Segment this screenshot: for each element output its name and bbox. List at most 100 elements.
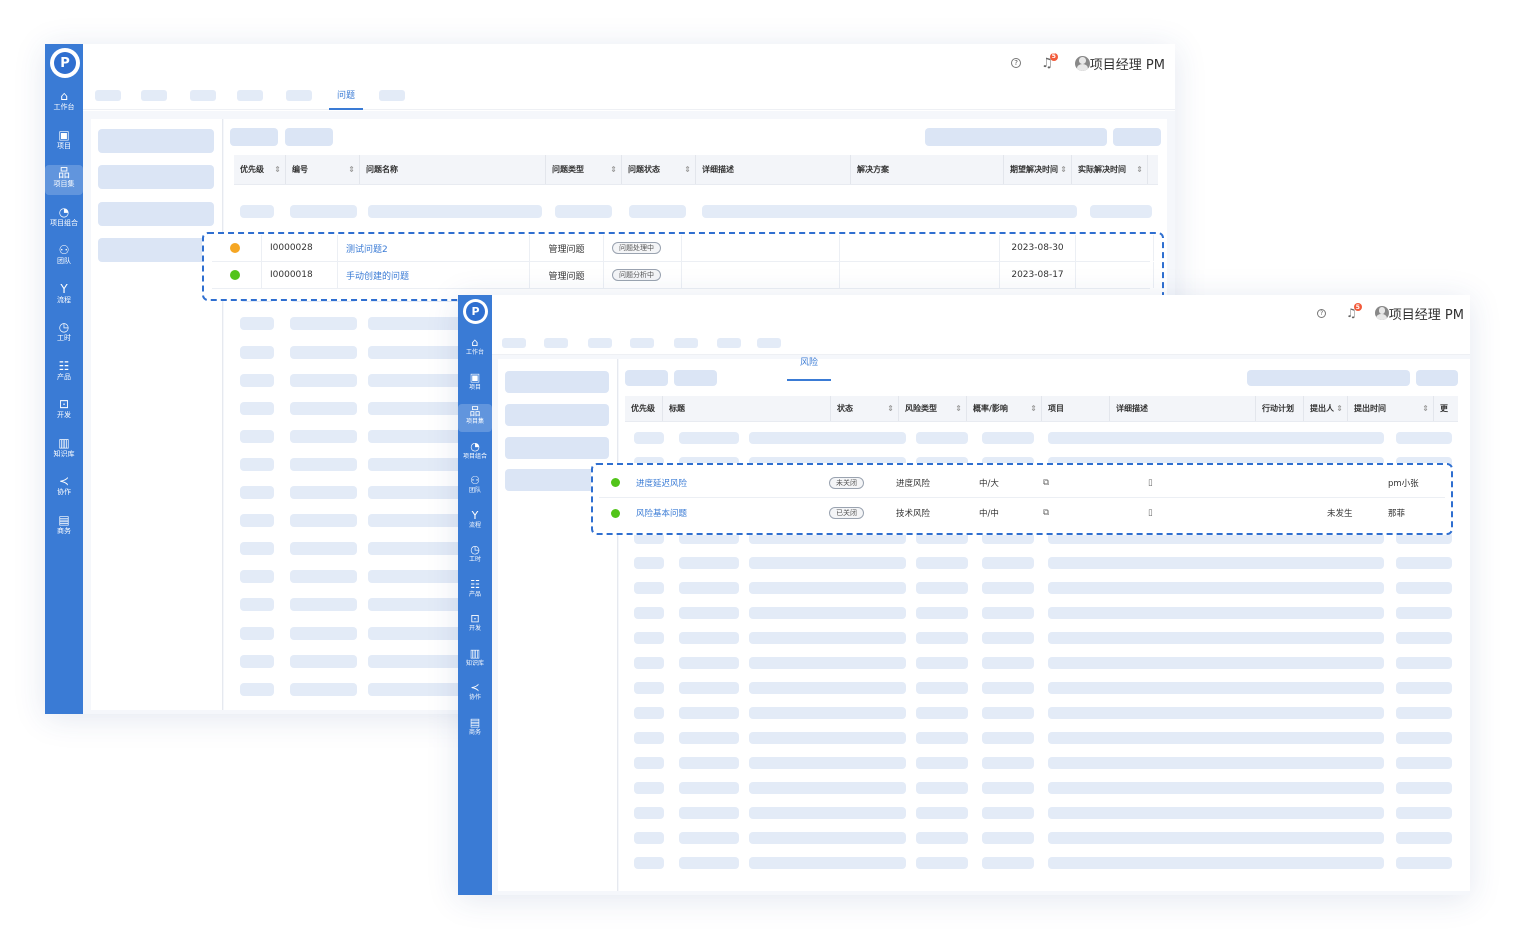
help-icon[interactable]: ? — [1011, 58, 1022, 68]
tab-placeholder[interactable] — [717, 338, 741, 348]
sort-icon[interactable]: ⇕ — [955, 404, 962, 413]
column-header[interactable]: 提出人 ⇕ — [1304, 396, 1348, 421]
document-icon[interactable]: ▯ — [1148, 478, 1153, 488]
column-header: 问题名称 — [360, 155, 546, 184]
column-header[interactable]: 实际解决时间 ⇕ — [1072, 155, 1148, 184]
sidebar-item-5[interactable]: Y 流程 — [458, 508, 492, 536]
tab-placeholder[interactable] — [502, 338, 526, 348]
sidebar-item-9[interactable]: ▥ 知识库 — [458, 646, 492, 674]
filter-placeholder[interactable] — [505, 371, 609, 393]
tab-risks[interactable]: 风险 — [787, 355, 831, 381]
table-row[interactable]: 进度延迟风险 未关闭 进度风险 中/大 ⧉ ▯ pm小张 — [599, 468, 1445, 498]
tab-placeholder[interactable] — [379, 90, 405, 101]
app-logo[interactable]: P — [50, 48, 80, 78]
sidebar-item-8[interactable]: ⊡ 开发 — [458, 611, 492, 639]
tab-placeholder[interactable] — [95, 90, 121, 101]
sidebar-item-1[interactable]: ▣ 项目 — [458, 370, 492, 398]
tab-placeholder[interactable] — [674, 338, 698, 348]
sidebar-item-9[interactable]: ▥ 知识库 — [45, 435, 83, 465]
filter-placeholder[interactable] — [98, 202, 214, 226]
sort-icon[interactable]: ⇕ — [684, 165, 691, 174]
sidebar-item-0[interactable]: ⌂ 工作台 — [45, 88, 83, 118]
sidebar-item-6[interactable]: ◷ 工时 — [45, 319, 83, 349]
sidebar-item-11[interactable]: ▤ 商务 — [458, 715, 492, 743]
row-placeholder — [1396, 782, 1452, 794]
notification-bell-icon[interactable]: ♫ 5 — [1346, 303, 1362, 320]
sort-icon[interactable]: ⇕ — [1336, 404, 1343, 413]
column-header[interactable]: 风险类型 ⇕ — [899, 396, 967, 421]
toolbar-placeholder[interactable] — [674, 370, 717, 386]
toolbar-placeholder[interactable] — [625, 370, 668, 386]
help-icon[interactable]: ? — [1317, 308, 1327, 318]
copy-icon[interactable]: ⧉ — [1043, 508, 1049, 518]
sidebar-item-10[interactable]: ≺ 协作 — [45, 473, 83, 503]
filter-placeholder[interactable] — [98, 238, 214, 262]
toolbar-placeholder[interactable] — [1416, 370, 1458, 386]
column-header[interactable]: 优先级 ⇕ — [234, 155, 286, 184]
column-header[interactable]: 问题状态 ⇕ — [622, 155, 696, 184]
filter-placeholder[interactable] — [98, 129, 214, 153]
tab-issues[interactable]: 问题 — [329, 88, 363, 110]
sidebar-item-0[interactable]: ⌂ 工作台 — [458, 335, 492, 363]
row-placeholder — [290, 317, 357, 331]
sidebar-item-8[interactable]: ⊡ 开发 — [45, 396, 83, 426]
risk-title-link[interactable]: 进度延迟风险 — [636, 477, 687, 489]
column-header[interactable]: 概率/影响 ⇕ — [967, 396, 1042, 421]
sort-icon[interactable]: ⇕ — [274, 165, 281, 174]
column-header[interactable]: 提出时间 ⇕ — [1348, 396, 1434, 421]
sort-icon[interactable]: ⇕ — [610, 165, 617, 174]
sidebar-item-5[interactable]: Y 流程 — [45, 281, 83, 311]
sort-icon[interactable]: ⇕ — [348, 165, 355, 174]
sidebar-item-4[interactable]: ⚇ 团队 — [458, 473, 492, 501]
sort-icon[interactable]: ⇕ — [1422, 404, 1429, 413]
sidebar-item-2[interactable]: 品项目集 — [458, 404, 492, 432]
app-logo[interactable]: P — [463, 299, 488, 324]
sort-icon[interactable]: ⇕ — [1136, 165, 1143, 174]
sidebar-item-7[interactable]: ☷ 产品 — [458, 577, 492, 605]
sort-icon[interactable]: ⇕ — [1030, 404, 1037, 413]
tab-placeholder[interactable] — [757, 338, 781, 348]
column-header[interactable]: 期望解决时间 ⇕ — [1004, 155, 1072, 184]
table-row[interactable]: 风险基本问题 已关闭 技术风险 中/中 ⧉ ▯ 未发生 那菲 — [599, 498, 1445, 528]
sidebar-item-1[interactable]: ▣ 项目 — [45, 127, 83, 157]
column-header[interactable]: 问题类型 ⇕ — [546, 155, 622, 184]
notification-bell-icon[interactable]: ♫ 5 — [1041, 52, 1058, 71]
tab-placeholder[interactable] — [588, 338, 612, 348]
issue-name-link[interactable]: 测试问题2 — [346, 242, 388, 255]
tab-placeholder[interactable] — [286, 90, 312, 101]
tab-placeholder[interactable] — [190, 90, 216, 101]
sidebar-item-3[interactable]: ◔ 项目组合 — [45, 204, 83, 234]
toolbar-placeholder[interactable] — [230, 128, 278, 146]
row-placeholder — [240, 457, 274, 471]
tab-placeholder[interactable] — [630, 338, 654, 348]
risk-title-link[interactable]: 风险基本问题 — [636, 507, 687, 519]
column-header[interactable]: 编号 ⇕ — [286, 155, 360, 184]
sidebar-item-10[interactable]: ≺ 协作 — [458, 680, 492, 708]
sort-icon[interactable]: ⇕ — [1060, 165, 1067, 174]
document-icon[interactable]: ▯ — [1148, 508, 1153, 518]
toolbar-placeholder[interactable] — [285, 128, 333, 146]
column-header[interactable]: 状态 ⇕ — [831, 396, 899, 421]
tab-placeholder[interactable] — [544, 338, 568, 348]
user-menu[interactable]: 项目经理 PM — [1374, 304, 1464, 323]
toolbar-placeholder[interactable] — [1247, 370, 1410, 386]
table-row[interactable]: I0000018 手动创建的问题 管理问题 问题分析中 2023-08-17 — [212, 262, 1154, 289]
tab-placeholder[interactable] — [141, 90, 167, 101]
sidebar-item-2[interactable]: 品项目集 — [45, 165, 83, 195]
sort-icon[interactable]: ⇕ — [887, 404, 894, 413]
user-menu[interactable]: 项目经理 PM — [1074, 54, 1165, 73]
sidebar-item-4[interactable]: ⚇ 团队 — [45, 242, 83, 272]
filter-placeholder[interactable] — [98, 165, 214, 189]
table-row[interactable]: I0000028 测试问题2 管理问题 问题处理中 2023-08-30 — [212, 235, 1154, 262]
copy-icon[interactable]: ⧉ — [1043, 478, 1049, 488]
toolbar-placeholder[interactable] — [1113, 128, 1161, 146]
tab-placeholder[interactable] — [237, 90, 263, 101]
issue-name-link[interactable]: 手动创建的问题 — [346, 269, 409, 282]
filter-placeholder[interactable] — [505, 437, 609, 459]
sidebar-item-7[interactable]: ☷ 产品 — [45, 358, 83, 388]
toolbar-placeholder[interactable] — [925, 128, 1107, 146]
sidebar-item-6[interactable]: ◷ 工时 — [458, 542, 492, 570]
filter-placeholder[interactable] — [505, 404, 609, 426]
sidebar-item-3[interactable]: ◔ 项目组合 — [458, 439, 492, 467]
sidebar-item-11[interactable]: ▤ 商务 — [45, 512, 83, 542]
